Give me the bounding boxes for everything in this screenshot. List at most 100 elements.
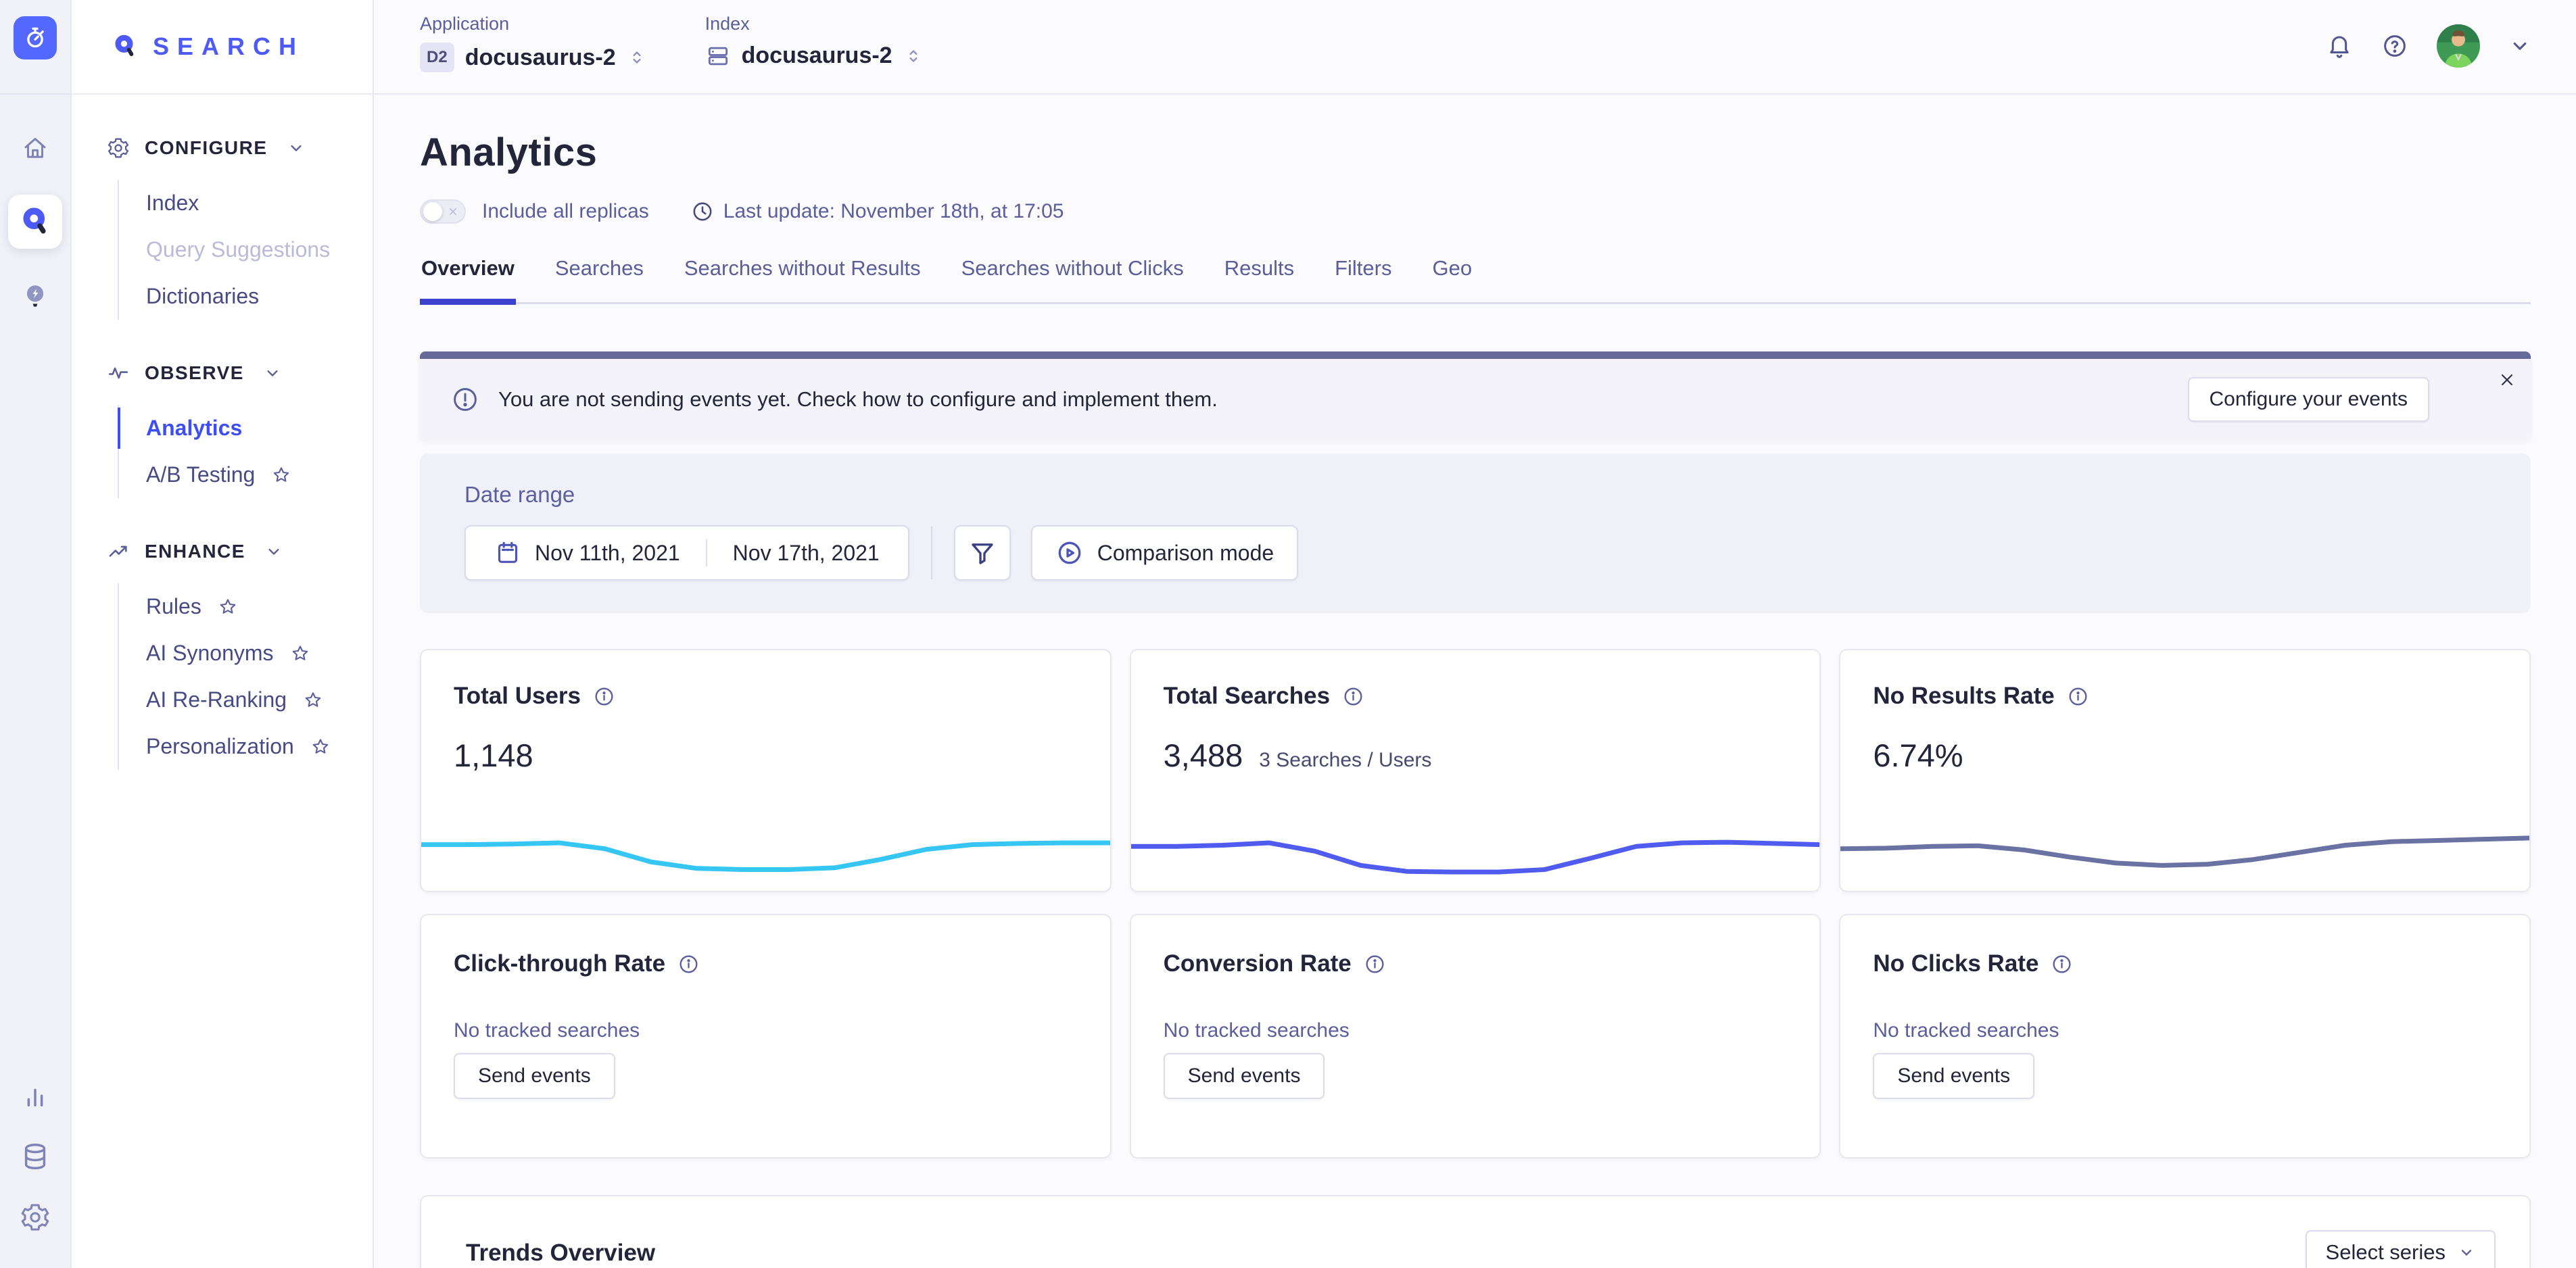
search-logo[interactable]: SEARCH	[72, 0, 373, 95]
filter-funnel-button[interactable]	[954, 525, 1011, 581]
no-results-sparkline	[1840, 818, 2529, 877]
sidebar-item-personalization[interactable]: Personalization	[119, 723, 359, 770]
sidebar-item-label: AI Re-Ranking	[146, 687, 287, 712]
tab-searches-without-results[interactable]: Searches without Results	[683, 256, 922, 302]
comparison-mode-button[interactable]: Comparison mode	[1031, 525, 1298, 581]
clock-icon	[691, 200, 714, 223]
sidebar-item-label: Dictionaries	[146, 284, 259, 309]
meta-row: Include all replicas Last update: Novemb…	[420, 199, 2531, 224]
date-end: Nov 17th, 2021	[733, 541, 880, 566]
sidebar-item-query-suggestions[interactable]: Query Suggestions	[119, 226, 359, 273]
no-tracked-searches-label: No tracked searches	[1873, 1019, 2497, 1042]
total-users-sparkline	[421, 818, 1110, 877]
no-tracked-searches-label: No tracked searches	[454, 1019, 1078, 1042]
toggle-knob	[423, 202, 442, 221]
send-events-button[interactable]: Send events	[1873, 1053, 2034, 1099]
sidebar-item-ai-synonyms[interactable]: AI Synonyms	[119, 630, 359, 677]
play-circle-icon	[1055, 539, 1084, 567]
date-range-button[interactable]: Nov 11th, 2021 Nov 17th, 2021	[464, 525, 909, 581]
sidebar-item-label: Query Suggestions	[146, 237, 330, 262]
page-title: Analytics	[420, 130, 2531, 175]
comparison-mode-label: Comparison mode	[1097, 541, 1274, 566]
send-events-button[interactable]: Send events	[454, 1053, 615, 1099]
chevron-down-icon	[264, 542, 283, 561]
index-label: Index	[705, 14, 924, 34]
stats-grid: Total Users 1,148 Total Searches	[420, 649, 2531, 1159]
chevron-down-icon	[263, 364, 282, 383]
nav-label-configure: CONFIGURE	[145, 137, 268, 159]
info-icon[interactable]	[593, 685, 615, 708]
search-logo-icon	[110, 31, 141, 62]
nav-head-configure[interactable]: CONFIGURE	[107, 137, 359, 160]
tab-filters[interactable]: Filters	[1333, 256, 1393, 302]
app-logo-stopwatch-icon[interactable]	[14, 16, 57, 59]
no-clicks-rate-card: No Clicks Rate No tracked searches Send …	[1839, 914, 2531, 1159]
usage-bars-icon[interactable]	[21, 1083, 49, 1111]
application-selector[interactable]: Application D2 docusaurus-2	[420, 14, 647, 72]
star-icon	[303, 690, 323, 710]
home-icon[interactable]	[21, 134, 49, 162]
tab-results[interactable]: Results	[1223, 256, 1295, 302]
date-start: Nov 11th, 2021	[535, 541, 680, 566]
notifications-bell-icon[interactable]	[2326, 32, 2353, 59]
nav-head-enhance[interactable]: ENHANCE	[107, 540, 359, 563]
include-replicas-toggle[interactable]	[420, 199, 466, 224]
analytics-dashboard: SEARCH CONFIGURE	[0, 0, 2576, 1268]
index-stack-icon	[705, 43, 731, 69]
topbar: Application D2 docusaurus-2 Index	[374, 0, 2576, 95]
tab-searches[interactable]: Searches	[554, 256, 645, 302]
info-icon[interactable]	[1342, 685, 1364, 708]
recommend-bulb-icon[interactable]	[20, 281, 50, 311]
stat-value: 1,148	[454, 737, 533, 774]
rail-utilities	[20, 1083, 51, 1268]
sidebar-item-label: A/B Testing	[146, 462, 255, 487]
info-circle-icon	[451, 385, 479, 414]
sidebar-item-label: Personalization	[146, 734, 294, 759]
search-product-icon[interactable]	[8, 195, 62, 249]
pulse-icon	[107, 362, 130, 385]
product-rail	[0, 0, 72, 1268]
search-logo-text: SEARCH	[153, 32, 304, 61]
date-range-panel: Date range Nov 11th, 2021 Nov 17th, 2021	[420, 454, 2531, 613]
calendar-icon	[494, 539, 521, 566]
main-area: Application D2 docusaurus-2 Index	[374, 0, 2576, 1268]
tab-geo[interactable]: Geo	[1431, 256, 1473, 302]
info-icon[interactable]	[2067, 685, 2089, 708]
tab-searches-without-clicks[interactable]: Searches without Clicks	[960, 256, 1185, 302]
account-caret-icon[interactable]	[2508, 34, 2531, 57]
sidebar-item-dictionaries[interactable]: Dictionaries	[119, 273, 359, 320]
index-value: docusaurus-2	[742, 43, 892, 69]
last-update-text: Last update: November 18th, at 17:05	[723, 200, 1064, 223]
user-avatar[interactable]	[2437, 24, 2480, 68]
nav-head-observe[interactable]: OBSERVE	[107, 362, 359, 385]
settings-gear-icon[interactable]	[20, 1202, 51, 1233]
database-icon[interactable]	[20, 1141, 51, 1172]
sidebar-item-analytics[interactable]: Analytics	[119, 405, 359, 452]
no-tracked-searches-label: No tracked searches	[1164, 1019, 1788, 1042]
banner-message: You are not sending events yet. Check ho…	[498, 387, 2188, 412]
application-label: Application	[420, 14, 647, 34]
sidebar-item-ab-testing[interactable]: A/B Testing	[119, 452, 359, 498]
send-events-button[interactable]: Send events	[1164, 1053, 1325, 1099]
index-selector[interactable]: Index docusaurus-2	[705, 14, 924, 69]
topbar-actions	[2326, 24, 2531, 68]
banner-close-icon[interactable]	[2497, 370, 2517, 390]
nav-section-enhance: ENHANCE Rules AI Synonyms	[107, 540, 359, 770]
last-update: Last update: November 18th, at 17:05	[691, 200, 1064, 223]
no-results-rate-card: No Results Rate 6.74%	[1839, 649, 2531, 892]
total-searches-card: Total Searches 3,488 3 Searches / Users	[1130, 649, 1821, 892]
card-title: Conversion Rate	[1164, 950, 1352, 977]
configure-events-button[interactable]: Configure your events	[2188, 377, 2430, 422]
select-series-button[interactable]: Select series	[2306, 1230, 2496, 1268]
help-question-icon[interactable]	[2381, 32, 2408, 59]
info-icon[interactable]	[1364, 953, 1386, 975]
star-icon	[310, 737, 331, 757]
sidebar-item-rules[interactable]: Rules	[119, 583, 359, 630]
info-icon[interactable]	[677, 953, 700, 975]
tab-overview[interactable]: Overview	[420, 256, 516, 302]
stat-value: 6.74%	[1873, 737, 1963, 774]
sidebar-item-ai-reranking[interactable]: AI Re-Ranking	[119, 677, 359, 723]
info-icon[interactable]	[2051, 953, 2073, 975]
analytics-content: Analytics Include all replicas Last upda…	[374, 95, 2576, 1268]
sidebar-item-index[interactable]: Index	[119, 180, 359, 226]
